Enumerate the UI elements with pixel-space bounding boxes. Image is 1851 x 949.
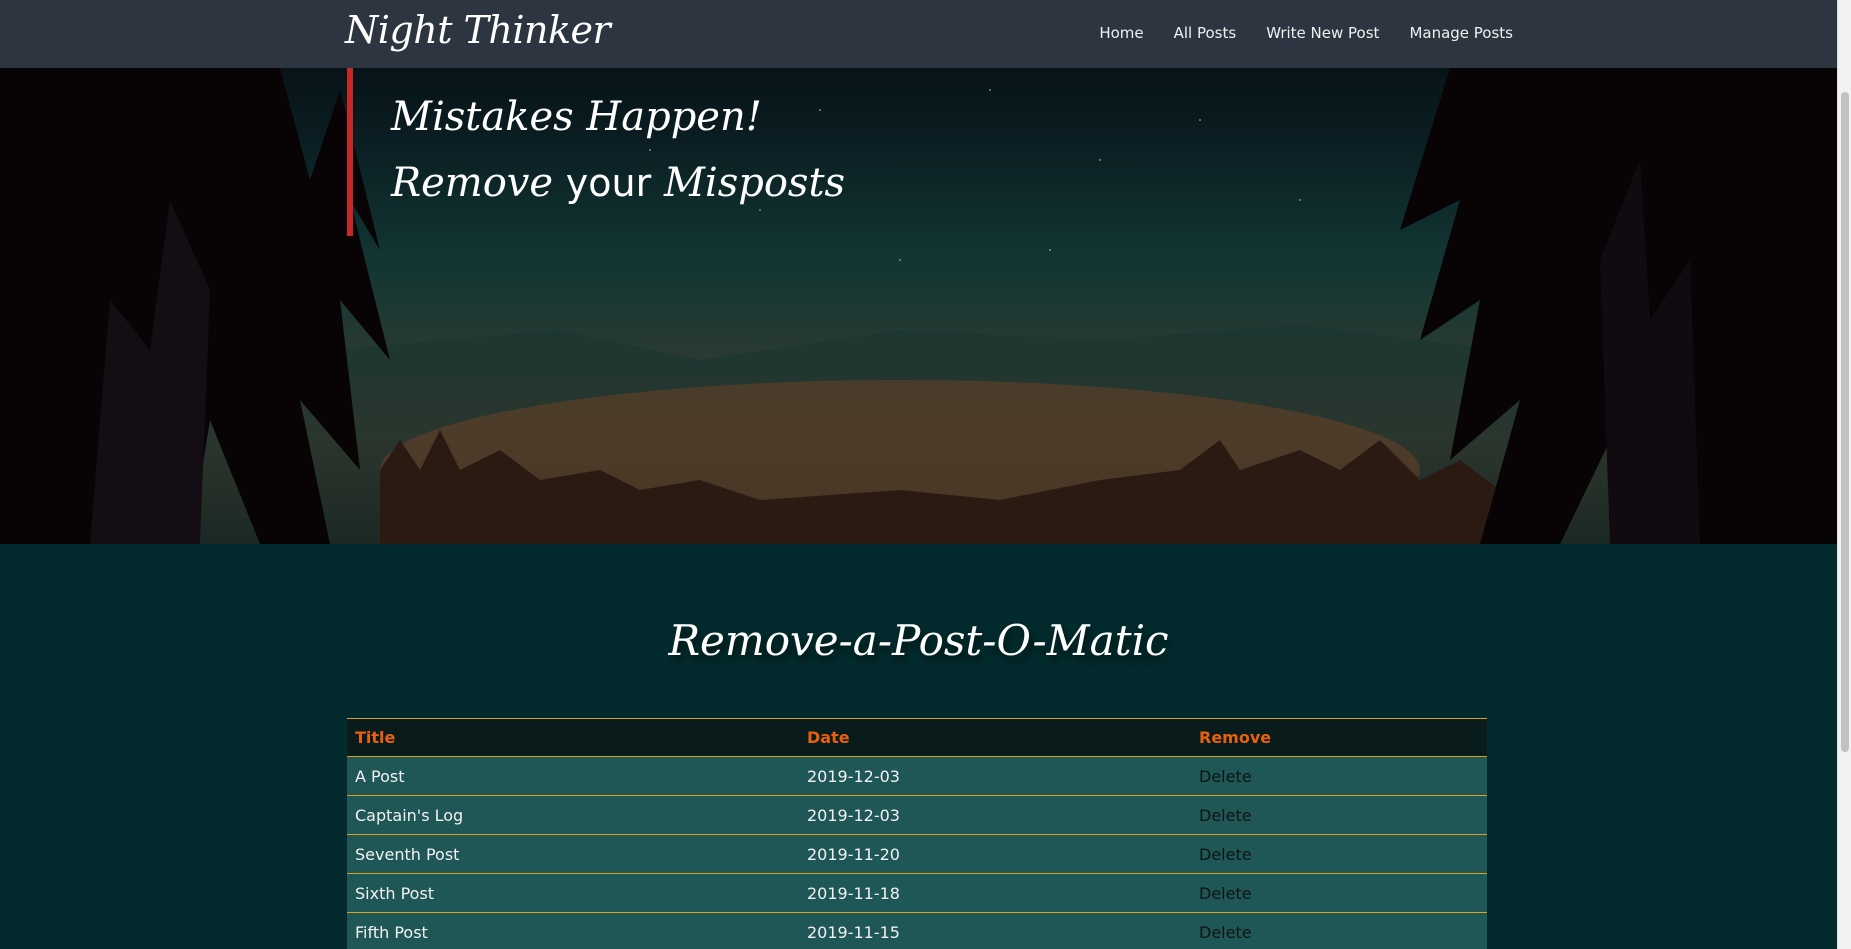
delete-button[interactable]: Delete — [1191, 912, 1487, 949]
header-title: Title — [347, 718, 799, 757]
post-title: Sixth Post — [347, 873, 799, 913]
navbar: Night Thinker Home All Posts Write New P… — [0, 0, 1837, 68]
page-title: Remove-a-Post-O-Matic — [668, 616, 1169, 665]
post-date: 2019-12-03 — [799, 756, 1191, 796]
hero-subheadline-part2: your — [565, 161, 652, 205]
table-header-row: Title Date Remove — [347, 718, 1487, 757]
table-row: Fifth Post 2019-11-15 Delete — [347, 912, 1487, 949]
table-row: A Post 2019-12-03 Delete — [347, 756, 1487, 796]
brand-logo[interactable]: Night Thinker — [345, 8, 611, 52]
posts-table: Title Date Remove A Post 2019-12-03 Dele… — [347, 718, 1487, 949]
table-row: Seventh Post 2019-11-20 Delete — [347, 834, 1487, 874]
delete-button[interactable]: Delete — [1191, 873, 1487, 913]
post-date: 2019-11-18 — [799, 873, 1191, 913]
nav-manage-posts[interactable]: Manage Posts — [1409, 24, 1513, 42]
nav-all-posts[interactable]: All Posts — [1174, 24, 1237, 42]
table-row: Captain's Log 2019-12-03 Delete — [347, 795, 1487, 835]
post-date: 2019-12-03 — [799, 795, 1191, 835]
nav-home[interactable]: Home — [1099, 24, 1143, 42]
delete-button[interactable]: Delete — [1191, 795, 1487, 835]
hero-subheadline-part3: Misposts — [663, 160, 846, 206]
table-row: Sixth Post 2019-11-18 Delete — [347, 873, 1487, 913]
hero-headline: Mistakes Happen! — [391, 94, 762, 140]
delete-button[interactable]: Delete — [1191, 834, 1487, 874]
delete-button[interactable]: Delete — [1191, 756, 1487, 796]
hero-subheadline: Remove your Misposts — [391, 160, 845, 206]
post-title: A Post — [347, 756, 799, 796]
post-title: Captain's Log — [347, 795, 799, 835]
header-date: Date — [799, 718, 1191, 757]
nav-write-new-post[interactable]: Write New Post — [1266, 24, 1379, 42]
hero-heading-block: Mistakes Happen! Remove your Misposts — [347, 68, 947, 236]
hero-subheadline-part1: Remove — [391, 160, 554, 206]
nav-links: Home All Posts Write New Post Manage Pos… — [1099, 24, 1513, 42]
post-title: Seventh Post — [347, 834, 799, 874]
scrollbar-thumb[interactable] — [1841, 92, 1849, 752]
page-scrollbar[interactable] — [1837, 0, 1851, 949]
post-date: 2019-11-15 — [799, 912, 1191, 949]
post-date: 2019-11-20 — [799, 834, 1191, 874]
post-title: Fifth Post — [347, 912, 799, 949]
header-remove: Remove — [1191, 718, 1487, 757]
